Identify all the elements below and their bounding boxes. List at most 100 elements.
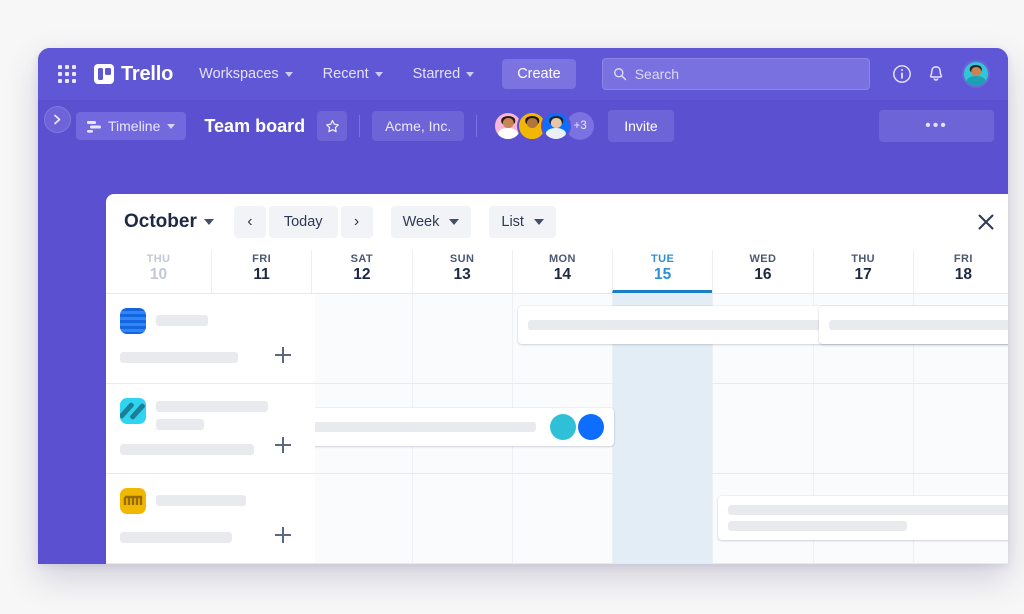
month-selector[interactable]: October [124,211,214,233]
nav-recent[interactable]: Recent [319,61,387,87]
card-row1-b[interactable] [818,306,1008,344]
day-number-label: 14 [553,266,571,283]
list-subtitle-placeholder [120,352,238,363]
top-navigation-bar: Trello Workspaces Recent Starred Create … [38,48,1008,100]
board-header-bar: Timeline Team board Acme, Inc. +3 Invite… [38,100,1008,152]
month-label: October [124,211,197,232]
top-nav-right-group [892,60,994,88]
zoom-level-label: Week [402,214,440,230]
day-header-fri-11[interactable]: FRI 11 [211,250,311,293]
date-navigation-group: ‹ Today › [233,206,373,238]
card-text-placeholder [828,320,1008,330]
day-of-week-label: FRI [953,253,973,265]
view-chip-label: Timeline [108,118,161,134]
trello-mark-icon [94,64,114,84]
list-subtitle-placeholder [120,532,232,543]
chevron-down-icon [466,71,475,77]
close-timeline-button[interactable] [973,209,999,235]
view-switcher-timeline[interactable]: Timeline [76,112,187,140]
trello-logo[interactable]: Trello [94,63,173,86]
card-member-avatar[interactable] [578,414,604,440]
nav-starred[interactable]: Starred [409,61,479,87]
list-title-placeholder [156,401,268,412]
card-member-avatar[interactable] [550,414,576,440]
invite-button[interactable]: Invite [608,110,674,142]
day-of-week-label: TUE [651,253,675,265]
nav-starred-label: Starred [412,66,461,82]
user-avatar[interactable] [962,60,990,88]
member-avatar[interactable] [541,111,572,141]
day-number-label: 17 [854,266,872,283]
divider [359,115,361,137]
day-of-week-label: THU [851,253,876,265]
notification-bell-icon[interactable] [926,64,946,84]
list-row-1[interactable] [106,294,315,384]
chevron-down-icon [449,219,460,225]
list-row-2[interactable] [106,384,315,474]
yellow-wave-icon [120,488,146,514]
day-number-label: 10 [149,266,168,283]
brand-text: Trello [121,62,174,85]
timeline-list-column [106,294,315,564]
day-header-fri-18[interactable]: FRI 18 [912,250,1008,293]
day-of-week-label: MON [548,253,576,265]
add-card-button[interactable] [275,437,291,453]
day-header-tue-15[interactable]: TUE 15 [612,250,713,293]
card-text-placeholder [728,521,908,531]
list-title-placeholder [156,495,246,506]
timeline-day-header: THU 10 FRI 11 SAT 12 SUN 13 MON 14 TUE 15 WED 16 THU 17… [106,250,1008,294]
day-header-mon-14[interactable]: MON 14 [511,250,612,293]
star-board-button[interactable] [317,111,348,141]
zoom-level-selector[interactable]: Week [390,206,472,238]
list-meta-placeholder [120,444,254,455]
grid-apps-icon[interactable] [58,65,76,83]
cyan-slash-icon [120,398,146,424]
add-card-button[interactable] [275,527,291,543]
day-header-sun-13[interactable]: SUN 13 [411,250,512,293]
search-placeholder-text: Search [634,66,680,82]
day-header-sat-12[interactable]: SAT 12 [311,250,411,293]
search-input[interactable]: Search [601,58,870,90]
board-members: +3 [493,111,595,141]
card-text-placeholder [728,505,1008,515]
day-number-label: 18 [954,266,972,283]
list-row-3[interactable] [106,474,315,564]
group-by-selector[interactable]: List [489,206,556,238]
day-header-thu-17[interactable]: THU 17 [812,250,913,293]
day-of-week-label: THU [146,253,171,265]
day-header-wed-16[interactable]: WED 16 [712,250,812,293]
day-of-week-label: FRI [252,253,272,265]
nav-workspaces-label: Workspaces [199,66,279,82]
day-number-label: 16 [754,266,772,283]
day-of-week-label: SAT [350,253,374,265]
prev-period-button[interactable]: ‹ [233,206,266,238]
list-title-placeholder [156,315,208,326]
nav-workspaces[interactable]: Workspaces [195,61,297,87]
divider [476,115,478,137]
add-card-button[interactable] [275,347,291,363]
next-period-button[interactable]: › [340,206,373,238]
day-of-week-label: WED [749,253,777,265]
close-x-icon [978,214,994,230]
chevron-down-icon [203,219,214,225]
day-number-label: 13 [453,266,471,283]
today-button[interactable]: Today [268,206,338,238]
chevron-down-icon [284,71,293,77]
board-more-menu-button[interactable]: ••• [879,110,994,142]
day-of-week-label: SUN [449,253,475,265]
day-number-label: 11 [253,266,270,283]
sidebar-toggle-button[interactable] [44,106,71,133]
trello-app-window: Trello Workspaces Recent Starred Create … [38,48,1008,564]
nav-recent-label: Recent [322,66,369,82]
day-header-thu-10[interactable]: THU 10 [106,250,211,293]
chevron-right-icon [54,114,61,125]
info-circle-icon[interactable] [892,64,912,84]
timeline-grid-body [106,294,1008,564]
workspace-chip[interactable]: Acme, Inc. [372,111,465,141]
card-row3-b[interactable] [718,496,1008,540]
star-icon [325,119,339,132]
create-button[interactable]: Create [502,59,576,89]
blue-stripes-icon [120,308,146,334]
day-number-label: 12 [353,266,371,283]
chevron-down-icon [167,123,176,129]
